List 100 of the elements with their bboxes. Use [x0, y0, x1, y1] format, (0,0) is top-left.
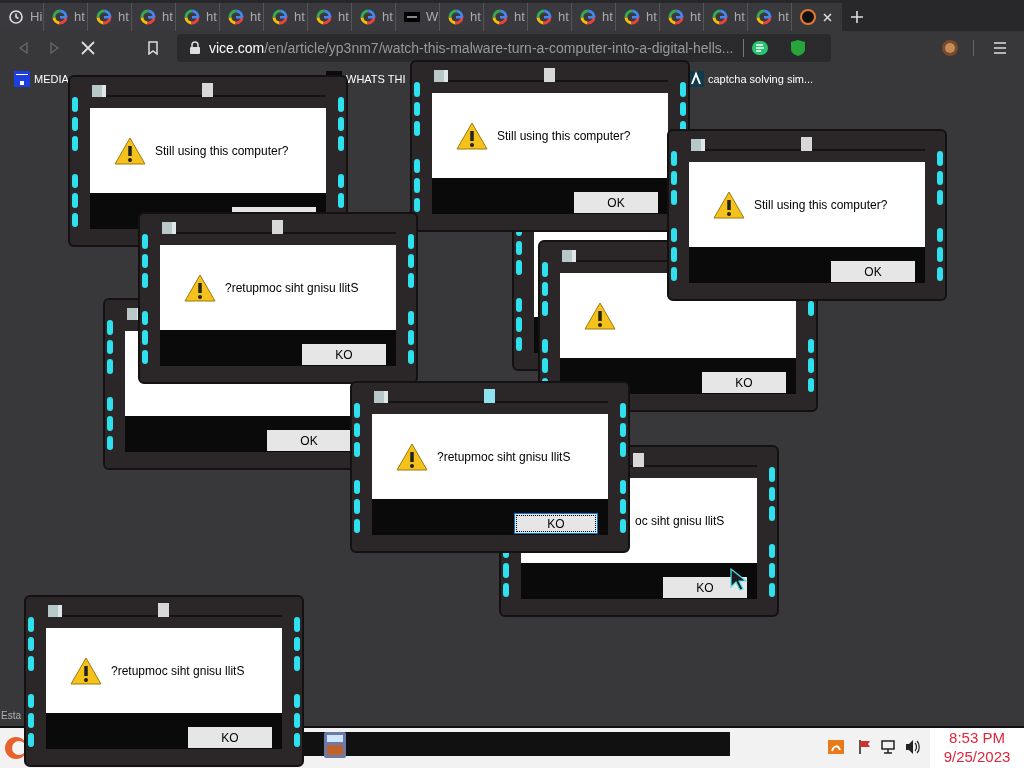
- site-icon: [404, 9, 420, 25]
- google-icon: [580, 9, 596, 25]
- google-icon: [448, 9, 464, 25]
- tab-title: ht: [294, 8, 305, 27]
- ok-button[interactable]: OK: [831, 261, 915, 282]
- network-icon: [881, 739, 895, 755]
- google-icon: [360, 9, 376, 25]
- message-text: oc siht gnisu llitS: [635, 512, 725, 530]
- google-icon: [712, 9, 728, 25]
- title-marker: [272, 220, 283, 234]
- title-marker: [633, 453, 644, 467]
- calculator-icon: [324, 732, 346, 758]
- browser-tab[interactable]: ht: [264, 3, 308, 31]
- window-icon: [434, 70, 448, 82]
- bookmark-item[interactable]: MEDIA: [14, 70, 69, 88]
- browser-tab[interactable]: ht: [704, 3, 748, 31]
- clock-date: 9/25/2023: [943, 748, 1011, 767]
- shield-icon: [790, 40, 807, 56]
- google-icon: [536, 9, 552, 25]
- tab-title: ht: [338, 8, 349, 27]
- warning-icon: [396, 441, 428, 472]
- window-icon: [691, 139, 705, 151]
- ok-button[interactable]: KO: [702, 372, 786, 393]
- tab-title: ht: [646, 8, 657, 27]
- browser-tab[interactable]: ht: [44, 3, 88, 31]
- browser-tab[interactable]: ht: [308, 3, 352, 31]
- browser-tab[interactable]: ht: [440, 3, 484, 31]
- bookmark-icon: [147, 41, 159, 55]
- ok-button[interactable]: KO: [302, 344, 386, 365]
- browser-tab[interactable]: [792, 3, 842, 31]
- google-icon: [624, 9, 640, 25]
- tab-title: W: [426, 8, 439, 27]
- message-text: ?retupmoc siht gnisu llitS: [225, 279, 359, 297]
- browser-tab[interactable]: ht: [572, 3, 616, 31]
- ok-button[interactable]: KO: [663, 577, 747, 598]
- menu-icon: [994, 42, 1006, 54]
- google-icon: [96, 9, 112, 25]
- browser-tab[interactable]: ht: [484, 3, 528, 31]
- browser-tab[interactable]: ht: [616, 3, 660, 31]
- message-text: Still using this computer?: [155, 142, 289, 160]
- google-icon: [140, 9, 156, 25]
- flag-icon: [857, 739, 871, 755]
- title-marker: [544, 68, 555, 82]
- title-marker: [202, 83, 213, 97]
- tab-title: ht: [514, 8, 525, 27]
- google-icon: [668, 9, 684, 25]
- address-bar[interactable]: vice.com/en/article/yp3nm7/watch-this-malware-turn-a-computer-into-a-digital-hells...: [177, 34, 831, 62]
- browser-tab[interactable]: W: [396, 3, 440, 31]
- google-icon: [316, 9, 332, 25]
- tab-title: ht: [162, 8, 173, 27]
- window-icon: [48, 605, 62, 617]
- tab-title: ht: [74, 8, 85, 27]
- tab-title: ht: [206, 8, 217, 27]
- google-icon: [52, 9, 68, 25]
- message-text: Still using this computer?: [754, 196, 888, 214]
- browser-tab[interactable]: ht: [352, 3, 396, 31]
- google-icon: [272, 9, 288, 25]
- title-marker: [801, 137, 812, 151]
- warning-icon: [713, 189, 745, 220]
- google-icon: [756, 9, 772, 25]
- browser-tab[interactable]: ht: [220, 3, 264, 31]
- message-text: ?retupmoc siht gnisu llitS: [111, 662, 245, 680]
- browser-tab[interactable]: ht: [88, 3, 132, 31]
- browser-tab[interactable]: ht: [660, 3, 704, 31]
- warning-icon: [70, 655, 102, 686]
- title-marker: [158, 603, 169, 617]
- ok-button[interactable]: OK: [267, 430, 351, 451]
- warning-icon: [456, 120, 488, 151]
- title-marker: [484, 389, 495, 403]
- status-text: Esta: [1, 709, 21, 723]
- url-text: vice.com/en/article/yp3nm7/watch-this-malware-turn-a-computer-into-a-digital-hells...: [209, 38, 734, 58]
- window-icon: [162, 222, 176, 234]
- message-text: Still using this computer?: [497, 127, 631, 145]
- avatar-icon: [941, 39, 959, 57]
- tab-title: ht: [470, 8, 481, 27]
- tab-title: ht: [250, 8, 261, 27]
- new-tab-icon: [850, 10, 864, 24]
- ok-button[interactable]: KO: [188, 727, 272, 748]
- window-icon: [562, 250, 576, 262]
- ok-button[interactable]: KO: [514, 513, 598, 534]
- google-icon: [184, 9, 200, 25]
- stop-icon: [81, 41, 95, 55]
- close-icon: [822, 11, 833, 23]
- browser-tab[interactable]: Hi: [0, 3, 44, 31]
- tab-title: ht: [690, 8, 701, 27]
- warning-icon: [114, 135, 146, 166]
- google-icon: [228, 9, 244, 25]
- tab-title: ht: [558, 8, 569, 27]
- tab-title: ht: [778, 8, 789, 27]
- cursor-icon: [730, 568, 750, 592]
- ok-button[interactable]: OK: [574, 192, 658, 213]
- browser-tab[interactable]: ht: [528, 3, 572, 31]
- browser-tab[interactable]: ht: [132, 3, 176, 31]
- tab-title: ht: [118, 8, 129, 27]
- browser-tab[interactable]: ht: [176, 3, 220, 31]
- tab-title: ht: [734, 8, 745, 27]
- browser-tab[interactable]: ht: [748, 3, 792, 31]
- tab-title: Hi: [30, 8, 43, 27]
- speaker-icon: [905, 739, 920, 755]
- notes-icon: [752, 40, 769, 56]
